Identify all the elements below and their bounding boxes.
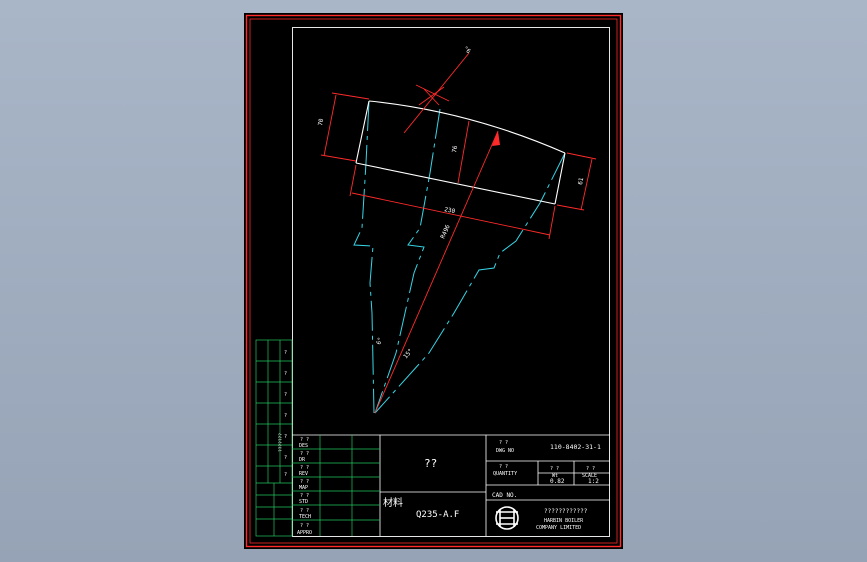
dim-top-angle: °6: [462, 45, 472, 55]
dwg-no-value: 110-8402-31-1: [550, 443, 601, 451]
scale-value: 1:2: [588, 478, 599, 485]
sign-en: DES: [299, 443, 308, 449]
dwg-no-label: ? ?: [499, 440, 508, 446]
sign-cn: ? ?: [300, 523, 309, 529]
dim-right: 61: [577, 177, 585, 186]
side-mark: ?: [284, 434, 287, 440]
sign-en: TECH: [299, 514, 311, 520]
side-mark: ?: [284, 392, 287, 398]
company-logo: [495, 506, 519, 530]
scale-label: ? ?: [586, 466, 595, 472]
dim-left: 70: [317, 118, 325, 127]
radius-arrowhead: [492, 131, 500, 146]
side-grid-marks: ? ? ? ? ? ? ? ???????: [278, 350, 287, 478]
part-outline: [355, 100, 566, 205]
cad-drawing: ? ? ? ? ? ? ? ??????? °6 70 76 61 230 R4…: [245, 14, 622, 548]
sign-en: APPRO: [297, 530, 312, 536]
company-name-en-2: COMPANY LIMITED: [536, 525, 581, 531]
dim-mid: 76: [451, 145, 459, 154]
material-label: 材料: [383, 496, 403, 509]
company-name-cn: ????????????: [544, 508, 588, 515]
dim-angle-right: 15°: [402, 347, 414, 360]
dim-base: 230: [444, 206, 456, 215]
sign-en: STD: [299, 499, 308, 505]
dwg-no-caption: DWG NO: [496, 448, 514, 454]
centerlines: [353, 100, 566, 414]
quantity-label: ? ?: [499, 464, 508, 470]
sign-en: MAP: [299, 485, 308, 491]
side-mark: ?: [284, 472, 287, 478]
cad-no: CAD NO.: [492, 492, 517, 499]
signature-rows: ? ? DES ? ? DR ? ? REV ? ? MAP ? ? STD ?…: [297, 437, 312, 536]
dim-radius: R496: [439, 223, 451, 239]
sign-en: REV: [299, 471, 308, 477]
sign-en: DR: [299, 457, 306, 463]
drawing-sheet: ? ? ? ? ? ? ? ??????? °6 70 76 61 230 R4…: [244, 13, 623, 549]
side-mark: ?: [284, 350, 287, 356]
material-value: Q235-A.F: [416, 510, 459, 520]
part-name: ??: [424, 457, 437, 470]
side-mark: ?: [284, 413, 287, 419]
dim-angle-left: 6°: [375, 336, 384, 345]
quantity-caption: QUANTITY: [493, 471, 517, 477]
side-mark: ?: [284, 455, 287, 461]
dimension-texts: °6 70 76 61 230 R496 6° 15°: [317, 45, 585, 360]
drawing-frame: [292, 27, 610, 537]
wt-value: 0.82: [550, 478, 565, 485]
company-name-en-1: HARBIN BOILER: [544, 518, 584, 524]
side-grid-label: ???????: [278, 433, 284, 452]
side-mark: ?: [284, 371, 287, 377]
dimension-lines: [320, 52, 597, 414]
wt-label: ? ?: [550, 466, 559, 472]
